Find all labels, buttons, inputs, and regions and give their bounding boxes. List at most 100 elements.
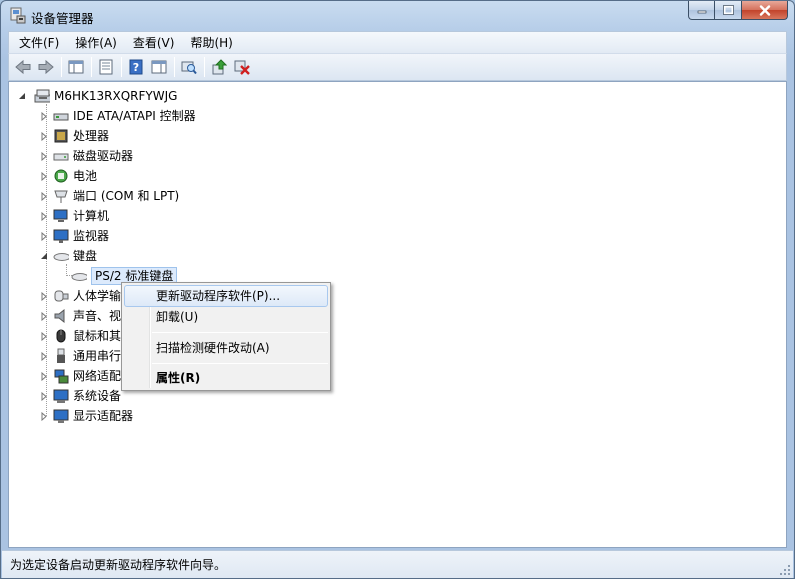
status-text: 为选定设备启动更新驱动程序软件向导。	[10, 558, 227, 572]
forward-button[interactable]	[35, 56, 57, 78]
network-adapter-icon	[53, 368, 69, 384]
keyboard-icon	[53, 248, 69, 264]
ctx-separator	[152, 332, 328, 333]
display-adapter-icon	[53, 408, 69, 424]
tree-node-ports[interactable]: 端口 (COM 和 LPT)	[39, 186, 179, 206]
expand-arrow-icon[interactable]	[39, 171, 49, 181]
tree-node-label: 监视器	[73, 229, 110, 243]
window-title: 设备管理器	[31, 11, 94, 26]
expand-arrow-icon[interactable]	[39, 211, 49, 221]
help-icon: ?	[129, 59, 143, 75]
expand-arrow-icon[interactable]	[39, 231, 49, 241]
tree-node-label: IDE ATA/ATAPI 控制器	[73, 109, 196, 123]
expand-arrow-icon[interactable]	[39, 311, 49, 321]
device-manager-app-icon[interactable]	[9, 7, 26, 24]
ctx-uninstall[interactable]: 卸载(U)	[124, 306, 328, 328]
uninstall-icon	[234, 60, 250, 75]
usb-icon	[53, 348, 69, 364]
toolbar-separator	[204, 57, 205, 77]
maximize-button[interactable]	[715, 1, 742, 20]
scan-hardware-icon	[181, 61, 197, 75]
expand-arrow-icon[interactable]	[39, 391, 49, 401]
expand-arrow-icon[interactable]	[39, 411, 49, 421]
expand-arrow-icon[interactable]	[39, 111, 49, 121]
menu-help[interactable]: 帮助(H)	[182, 33, 240, 53]
tree-node-display-adapters[interactable]: 显示适配器	[39, 406, 133, 426]
forward-arrow-icon	[38, 59, 54, 75]
menu-action[interactable]: 操作(A)	[67, 33, 125, 53]
tree-node-label: 处理器	[73, 129, 110, 143]
properties-button[interactable]	[95, 56, 117, 78]
tree-root-label: M6HK13RXQRFYWJG	[54, 89, 178, 103]
tree-node-label: 键盘	[73, 249, 98, 263]
ctx-properties[interactable]: 属性(R)	[124, 367, 328, 389]
show-hide-console-tree-button[interactable]	[65, 56, 87, 78]
toolbar-separator	[61, 57, 62, 77]
ctx-update-driver[interactable]: 更新驱动程序软件(P)...	[124, 285, 328, 307]
tree-node-computer[interactable]: 计算机	[39, 206, 109, 226]
toolbar-separator	[174, 57, 175, 77]
tree-root-computer[interactable]: M6HK13RXQRFYWJG	[17, 86, 177, 106]
expand-arrow-icon[interactable]	[39, 371, 49, 381]
battery-icon	[53, 168, 69, 184]
toolbar-separator	[121, 57, 122, 77]
tree-node-label: 磁盘驱动器	[73, 149, 134, 163]
expand-arrow-icon[interactable]	[39, 351, 49, 361]
ide-controller-icon	[53, 108, 69, 124]
ctx-scan-hardware[interactable]: 扫描检测硬件改动(A)	[124, 337, 328, 359]
tree-node-battery[interactable]: 电池	[39, 166, 97, 186]
uninstall-button[interactable]	[231, 56, 253, 78]
tree-node-ide-controller[interactable]: IDE ATA/ATAPI 控制器	[39, 106, 196, 126]
device-manager-window: 设备管理器 文件(F) 操作(A) 查看(V) 帮助(H) ? M6HK13RX…	[0, 0, 795, 579]
disk-drive-icon	[53, 148, 69, 164]
tree-node-system-devices[interactable]: 系统设备	[39, 386, 121, 406]
computer-monitor-icon	[53, 208, 69, 224]
update-driver-button[interactable]	[208, 56, 230, 78]
title-bar[interactable]: 设备管理器	[1, 1, 794, 31]
maximize-icon	[722, 5, 734, 15]
back-button[interactable]	[12, 56, 34, 78]
tree-node-network-adapters[interactable]: 网络适配器	[39, 366, 133, 386]
tree-node-label: 显示适配器	[73, 409, 134, 423]
computer-icon	[34, 88, 50, 104]
expand-arrow-icon[interactable]	[39, 131, 49, 141]
collapse-arrow-icon[interactable]	[39, 251, 49, 261]
expand-arrow-icon[interactable]	[39, 191, 49, 201]
mouse-icon	[53, 328, 69, 344]
collapse-arrow-icon[interactable]	[17, 91, 27, 101]
menu-file[interactable]: 文件(F)	[9, 33, 67, 53]
toolbar-separator	[91, 57, 92, 77]
expand-arrow-icon[interactable]	[39, 291, 49, 301]
svg-text:?: ?	[133, 61, 139, 74]
help-button[interactable]: ?	[125, 56, 147, 78]
expand-arrow-icon[interactable]	[39, 151, 49, 161]
back-arrow-icon	[15, 59, 31, 75]
tree-node-keyboards[interactable]: 键盘	[39, 246, 97, 266]
show-hide-action-pane-button[interactable]	[148, 56, 170, 78]
menu-bar: 文件(F) 操作(A) 查看(V) 帮助(H)	[8, 31, 787, 53]
tree-node-disk-drives[interactable]: 磁盘驱动器	[39, 146, 133, 166]
keyboard-icon	[71, 268, 87, 284]
close-button[interactable]	[742, 1, 788, 20]
expand-arrow-icon[interactable]	[39, 331, 49, 341]
system-device-icon	[53, 388, 69, 404]
speaker-icon	[53, 308, 69, 324]
properties-icon	[99, 59, 113, 75]
minimize-button[interactable]	[688, 1, 715, 20]
monitor-icon	[53, 228, 69, 244]
port-icon	[53, 188, 69, 204]
update-driver-icon	[212, 59, 227, 75]
tree-node-label: 端口 (COM 和 LPT)	[73, 189, 180, 203]
caption-buttons	[688, 1, 788, 20]
status-bar: 为选定设备启动更新驱动程序软件向导。	[2, 550, 793, 578]
tree-node-processor[interactable]: 处理器	[39, 126, 109, 146]
ctx-separator	[152, 363, 328, 364]
toolbar: ?	[8, 53, 787, 81]
tree-node-monitors[interactable]: 监视器	[39, 226, 109, 246]
menu-view[interactable]: 查看(V)	[125, 33, 183, 53]
resize-grip-icon[interactable]	[779, 564, 791, 576]
hid-icon	[53, 288, 69, 304]
tree-node-label: 计算机	[73, 209, 110, 223]
scan-hardware-button[interactable]	[178, 56, 200, 78]
tree-node-label: 系统设备	[73, 389, 122, 403]
